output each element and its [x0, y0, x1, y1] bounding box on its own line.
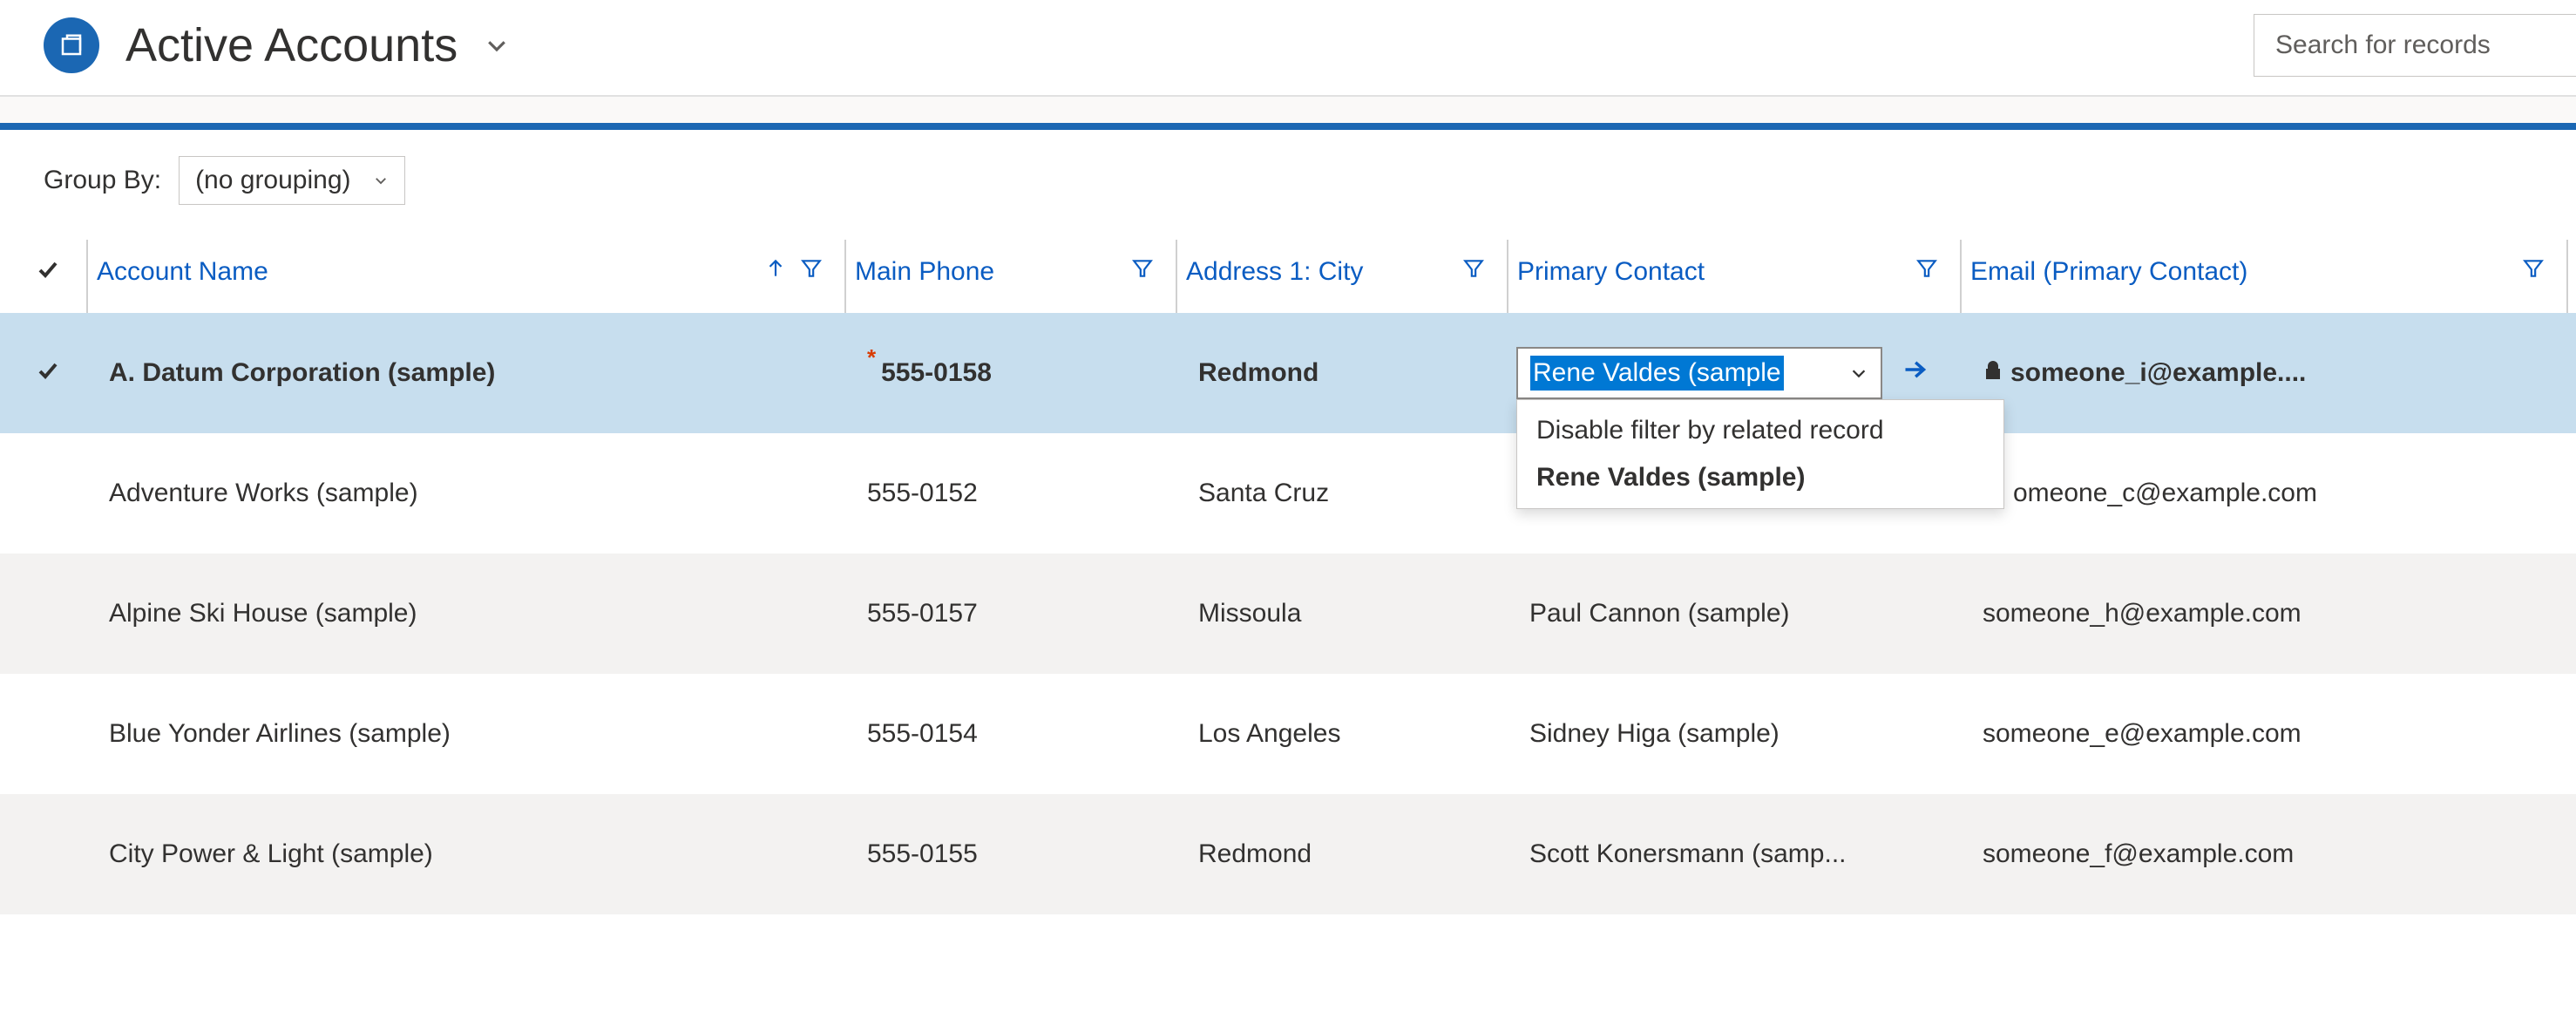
cell-account-name[interactable]: Adventure Works (sample) [87, 433, 845, 554]
groupby-bar: Group By: (no grouping) [0, 130, 2576, 240]
table-row[interactable]: City Power & Light (sample) 555-0155 Red… [0, 794, 2576, 914]
column-label: Primary Contact [1517, 257, 1705, 287]
groupby-select[interactable]: (no grouping) [179, 156, 404, 205]
column-header-account-name[interactable]: Account Name [87, 240, 845, 313]
cell-address-city[interactable]: Santa Cruz [1176, 433, 1508, 554]
column-header-select[interactable] [0, 240, 87, 313]
cell-main-phone[interactable]: 555-0154 [845, 674, 1176, 794]
cell-email-primary[interactable]: someone_h@example.com [1961, 554, 2567, 674]
grid-card: Group By: (no grouping) [0, 123, 2576, 914]
table-row[interactable]: A. Datum Corporation (sample) *555-0158 … [0, 313, 2576, 433]
cell-primary-contact[interactable]: Sidney Higa (sample) [1508, 674, 1961, 794]
check-icon [35, 257, 61, 286]
chevron-down-icon [1849, 363, 1868, 383]
accounts-grid: Account Name [0, 240, 2576, 914]
cell-account-name[interactable]: Blue Yonder Airlines (sample) [87, 674, 845, 794]
filter-icon[interactable] [1131, 257, 1154, 287]
table-row[interactable]: Alpine Ski House (sample) 555-0157 Misso… [0, 554, 2576, 674]
sort-asc-icon[interactable] [764, 257, 787, 287]
column-header-address-city[interactable]: Address 1: City [1176, 240, 1508, 313]
primary-contact-lookup[interactable]: Rene Valdes (sample [1516, 347, 1882, 399]
cell-primary-contact[interactable]: Paul Cannon (sample) [1508, 554, 1961, 674]
column-label: Address 1: City [1186, 257, 1363, 287]
filter-icon[interactable] [2522, 257, 2545, 287]
cell-email-primary[interactable]: someone_i@example.... [1961, 313, 2567, 433]
groupby-value: (no grouping) [195, 166, 350, 195]
column-label: Account Name [97, 257, 268, 287]
cell-primary-contact[interactable]: Scott Konersmann (samp... [1508, 794, 1961, 914]
check-icon[interactable] [35, 358, 61, 387]
lookup-option-disable-filter[interactable]: Disable filter by related record [1517, 407, 2003, 454]
lookup-dropdown: Disable filter by related record Rene Va… [1516, 399, 2004, 509]
column-header-main-phone[interactable]: Main Phone [845, 240, 1176, 313]
required-asterisk-icon: * [867, 344, 876, 370]
email-value: someone_i@example.... [2010, 358, 2306, 387]
column-header-primary-contact[interactable]: Primary Contact [1508, 240, 1961, 313]
cell-address-city[interactable]: Redmond [1176, 313, 1508, 433]
page-title: Active Accounts [125, 18, 458, 72]
lookup-option-selected[interactable]: Rene Valdes (sample) [1517, 454, 2003, 501]
filter-icon[interactable] [1915, 257, 1938, 287]
groupby-label: Group By: [44, 166, 161, 195]
filter-icon[interactable] [800, 257, 823, 287]
cell-main-phone[interactable]: *555-0158 [845, 313, 1176, 433]
view-selector-chevron-icon[interactable] [484, 32, 510, 58]
column-end-divider [2567, 240, 2576, 313]
column-header-email-primary[interactable]: Email (Primary Contact) [1961, 240, 2567, 313]
cell-email-primary[interactable]: someone_e@example.com [1961, 674, 2567, 794]
cell-address-city[interactable]: Missoula [1176, 554, 1508, 674]
cell-account-name[interactable]: Alpine Ski House (sample) [87, 554, 845, 674]
lock-icon [1983, 358, 2003, 383]
search-input[interactable]: Search for records [2254, 14, 2576, 77]
navigate-arrow-icon[interactable] [1900, 357, 1929, 389]
cell-main-phone[interactable]: 555-0152 [845, 433, 1176, 554]
table-row[interactable]: Adventure Works (sample) 555-0152 Santa … [0, 433, 2576, 554]
cell-main-phone[interactable]: 555-0155 [845, 794, 1176, 914]
cell-email-primary[interactable]: someone_f@example.com [1961, 794, 2567, 914]
cell-email-primary[interactable]: omeone_c@example.com [1961, 433, 2567, 554]
lookup-selected-text: Rene Valdes (sample [1530, 356, 1784, 391]
column-label: Email (Primary Contact) [1970, 257, 2247, 287]
cell-account-name[interactable]: A. Datum Corporation (sample) [87, 313, 845, 433]
phone-value: 555-0158 [881, 358, 992, 387]
cell-address-city[interactable]: Los Angeles [1176, 674, 1508, 794]
cell-address-city[interactable]: Redmond [1176, 794, 1508, 914]
filter-icon[interactable] [1462, 257, 1485, 287]
cell-main-phone[interactable]: 555-0157 [845, 554, 1176, 674]
cell-primary-contact[interactable]: Rene Valdes (sample Disable filter by re… [1508, 313, 1961, 433]
cell-account-name[interactable]: City Power & Light (sample) [87, 794, 845, 914]
entity-icon [44, 17, 99, 73]
page-header: Active Accounts Search for records [0, 0, 2576, 97]
column-label: Main Phone [855, 257, 994, 287]
table-row[interactable]: Blue Yonder Airlines (sample) 555-0154 L… [0, 674, 2576, 794]
content-area: Group By: (no grouping) [0, 97, 2576, 914]
